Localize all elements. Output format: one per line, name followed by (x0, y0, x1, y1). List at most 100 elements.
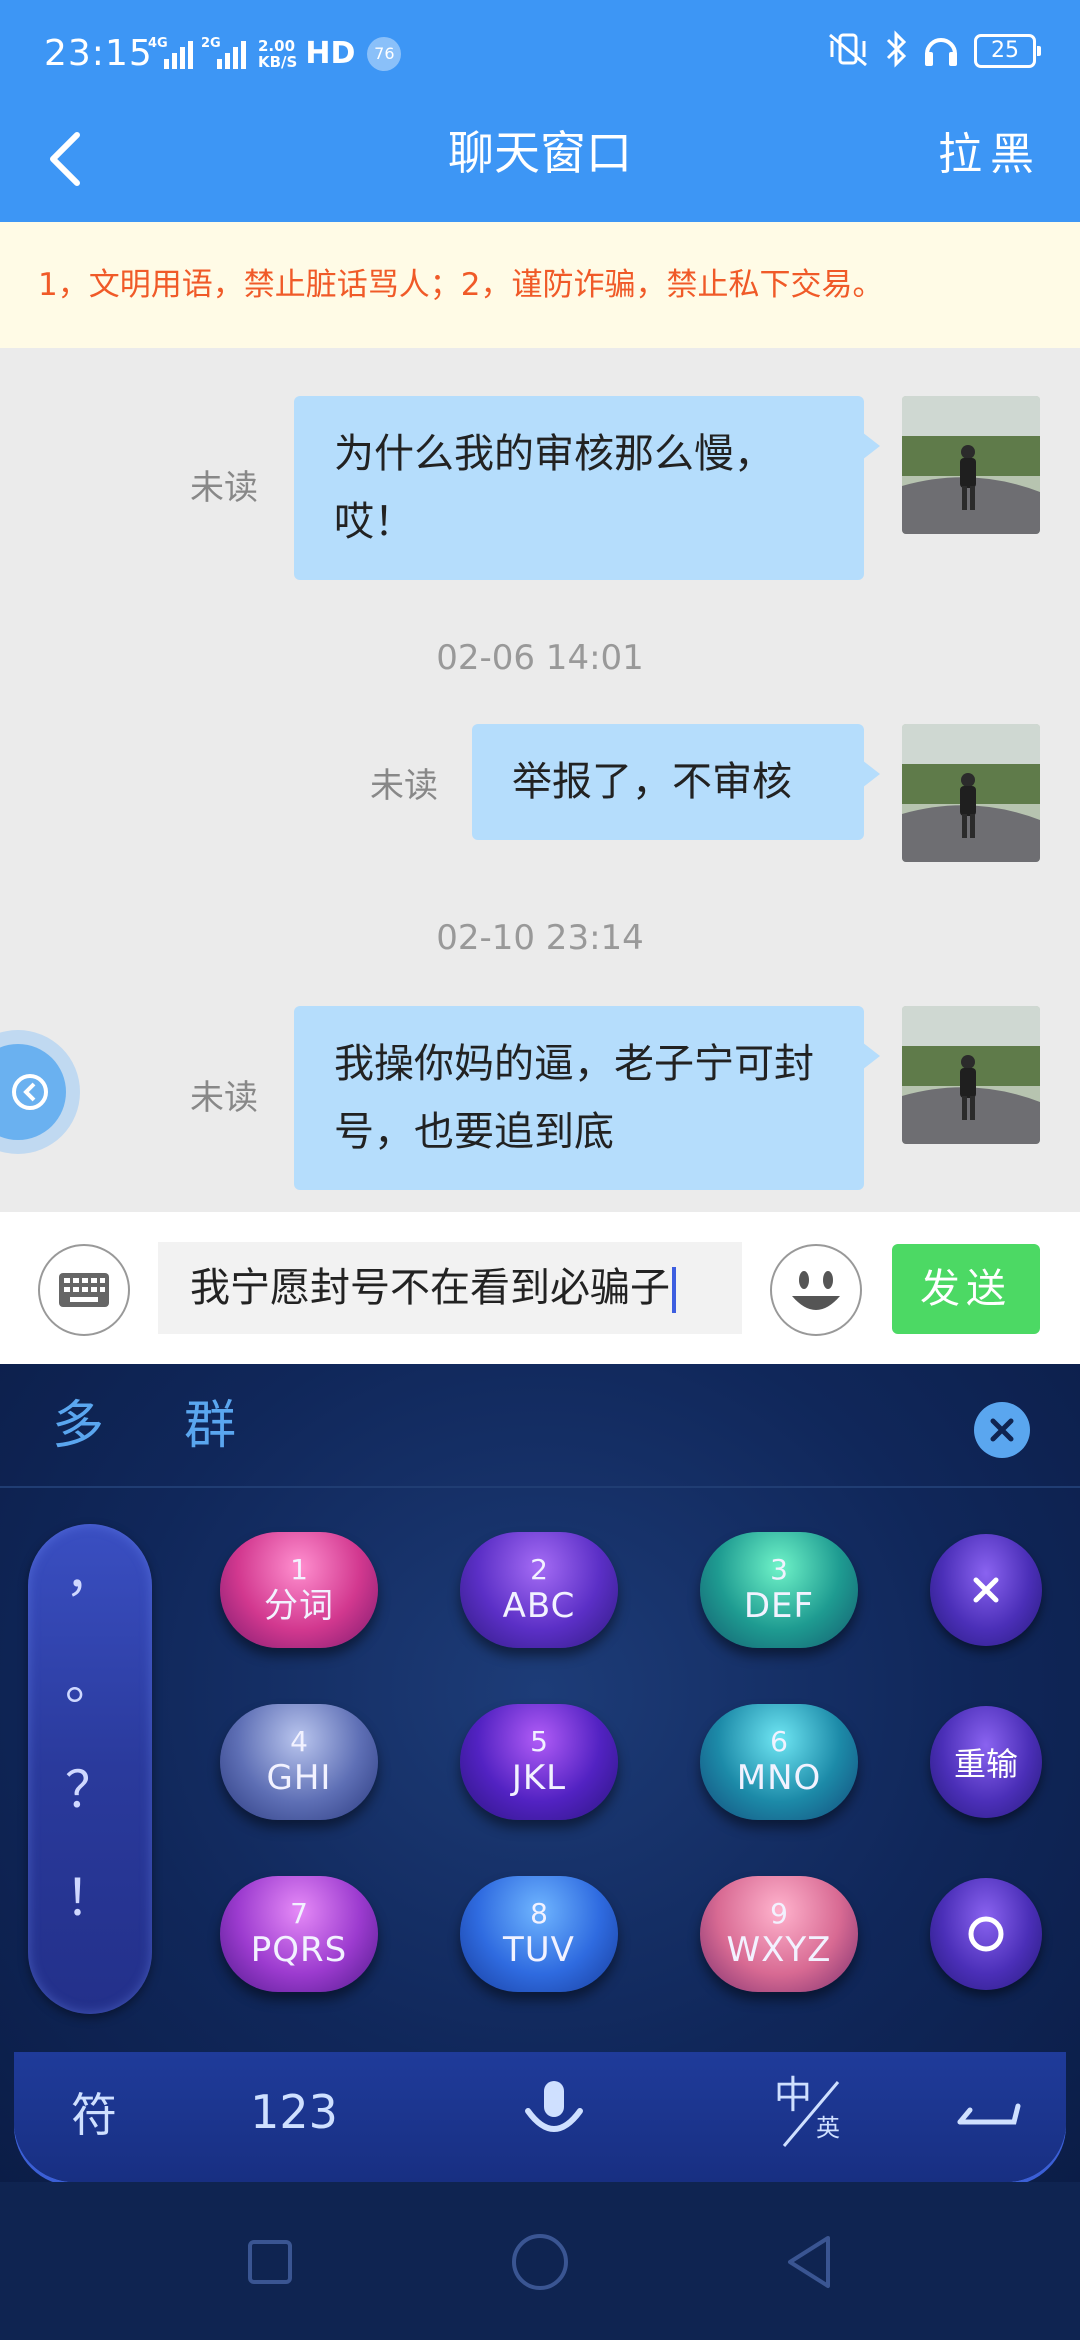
network-indicators: 4G 2G 2.00 KB/S HD 76 (148, 34, 402, 74)
notification-badge: 76 (367, 37, 402, 71)
message-bubble[interactable]: 为什么我的审核那么慢，哎！ (294, 396, 880, 580)
top-bar: 23:15 4G 2G 2.00 KB/S HD 76 25 聊天窗口 拉黑 (0, 0, 1080, 222)
avatar[interactable] (902, 724, 1040, 862)
key-number: 8 (530, 1897, 548, 1930)
rewrite-label: 重输 (953, 1745, 1018, 1783)
punctuation-key[interactable]: ！ (28, 1870, 152, 1926)
chat-list[interactable]: 未读 为什么我的审核那么慢，哎！ 02-06 14:01 未读 举报了，不审核 … (0, 348, 1080, 1212)
symbols-key[interactable]: 符 (34, 2072, 154, 2152)
avatar[interactable] (902, 1006, 1040, 1144)
back-arrow-icon (50, 132, 80, 186)
key-letters: JKL (511, 1758, 567, 1798)
voice-input-key[interactable] (484, 2072, 624, 2152)
key-letters: MNO (736, 1758, 822, 1798)
ime-keyboard: 多 群 ， 。 ？ ！ 1 分词 2 ABC 3 DEF 4 GHI 5 JKL 6 MNO… (0, 1364, 1080, 2182)
key-4[interactable]: 4 GHI (220, 1704, 378, 1820)
hd-indicator: HD (305, 36, 356, 71)
key-number: 2 (530, 1553, 548, 1586)
message-item: 未读 为什么我的审核那么慢，哎！ (0, 348, 1080, 580)
key-letters: TUV (503, 1930, 575, 1970)
candidate-word[interactable]: 多 (52, 1396, 104, 1456)
send-button[interactable]: 发送 (892, 1244, 1040, 1334)
message-input-bar: 我宁愿封号不在看到必骗子 发送 (0, 1212, 1080, 1364)
punctuation-key[interactable]: ？ (28, 1762, 152, 1818)
recent-apps-button[interactable] (230, 2222, 310, 2302)
notice-banner: 1，文明用语，禁止脏话骂人；2，谨防诈骗，禁止私下交易。 (0, 222, 1080, 348)
message-timestamp: 02-06 14:01 (436, 638, 644, 678)
key-number: 7 (290, 1897, 308, 1930)
key-2[interactable]: 2 ABC (460, 1532, 618, 1648)
punctuation-key[interactable]: 。 (28, 1654, 152, 1710)
key-6[interactable]: 6 MNO (700, 1704, 858, 1820)
message-bubble[interactable]: 举报了，不审核 (472, 724, 880, 840)
key-letters: ABC (502, 1586, 576, 1626)
status-time: 23:15 (44, 33, 153, 74)
key-number: 3 (770, 1553, 788, 1586)
emoji-button[interactable] (770, 1244, 862, 1336)
zero-circle-icon (968, 1916, 1004, 1952)
signal-type-label: 2G (201, 36, 221, 51)
punctuation-key[interactable]: ， (28, 1546, 152, 1602)
close-candidates-button[interactable] (974, 1402, 1030, 1458)
candidate-bar: 多 群 (0, 1364, 1080, 1488)
square-icon (248, 2240, 292, 2284)
numbers-key[interactable]: 123 (214, 2072, 374, 2152)
back-button[interactable] (30, 124, 100, 194)
message-timestamp: 02-10 23:14 (436, 918, 644, 958)
language-secondary-label: 英 (816, 2114, 840, 2142)
battery-icon: 25 (974, 34, 1041, 68)
keyboard-icon (59, 1273, 109, 1307)
avatar[interactable] (902, 396, 1040, 534)
block-user-button[interactable]: 拉黑 (938, 124, 1042, 186)
back-nav-button[interactable] (770, 2222, 850, 2302)
network-speed-value: 2.00 (258, 37, 296, 55)
enter-icon (957, 2103, 1021, 2125)
message-input[interactable]: 我宁愿封号不在看到必骗子 (158, 1242, 742, 1334)
keyboard-toggle-button[interactable] (38, 1244, 130, 1336)
zero-key[interactable] (930, 1878, 1042, 1990)
punctuation-column: ， 。 ？ ！ (28, 1524, 152, 2014)
read-status: 未读 (190, 1078, 258, 1118)
headphones-icon (922, 30, 960, 72)
key-number: 9 (770, 1897, 788, 1930)
key-7[interactable]: 7 PQRS (220, 1876, 378, 1992)
signal-icon: 4G (148, 36, 193, 69)
read-status: 未读 (190, 468, 258, 508)
delete-key[interactable] (930, 1534, 1042, 1646)
keyboard-bottom-row: 符 123 中 英 (14, 2052, 1066, 2182)
key-letters: GHI (266, 1758, 332, 1798)
chevron-left-icon (12, 1074, 48, 1110)
signal-type-label: 4G (148, 36, 168, 51)
status-icons: 25 (826, 30, 1041, 72)
message-item: 未读 举报了，不审核 (0, 678, 1080, 862)
key-1[interactable]: 1 分词 (220, 1532, 378, 1648)
bluetooth-icon (884, 30, 908, 72)
message-bubble[interactable]: 我操你妈的逼，老子宁可封号，也要追到底 (294, 1006, 880, 1190)
key-letters: WXYZ (726, 1930, 832, 1970)
key-3[interactable]: 3 DEF (700, 1532, 858, 1648)
signal-icon: 2G (201, 36, 246, 69)
home-button[interactable] (500, 2222, 580, 2302)
enter-key[interactable] (934, 2072, 1044, 2152)
page-title: 聊天窗口 (448, 126, 632, 180)
key-8[interactable]: 8 TUV (460, 1876, 618, 1992)
system-navigation-bar (0, 2182, 1080, 2340)
key-letters: PQRS (250, 1930, 348, 1970)
vibrate-mute-icon (826, 31, 870, 71)
key-letters: DEF (743, 1586, 815, 1626)
message-input-text: 我宁愿封号不在看到必骗子 (190, 1265, 670, 1311)
key-number: 4 (290, 1725, 308, 1758)
key-letters: 分词 (264, 1586, 334, 1626)
smiley-icon (774, 1248, 858, 1332)
rewrite-key[interactable]: 重输 (930, 1706, 1042, 1818)
key-9[interactable]: 9 WXYZ (700, 1876, 858, 1992)
key-5[interactable]: 5 JKL (460, 1704, 618, 1820)
candidate-word[interactable]: 群 (184, 1396, 236, 1456)
network-speed-unit: KB/S (258, 53, 298, 71)
text-caret (672, 1267, 676, 1313)
language-switch-key[interactable]: 中 英 (754, 2072, 864, 2152)
message-item: 未读 我操你妈的逼，老子宁可封号，也要追到底 (0, 958, 1080, 1190)
microphone-icon (525, 2081, 583, 2132)
network-speed: 2.00 KB/S (258, 38, 297, 70)
nav-bar: 聊天窗口 拉黑 (0, 100, 1080, 222)
